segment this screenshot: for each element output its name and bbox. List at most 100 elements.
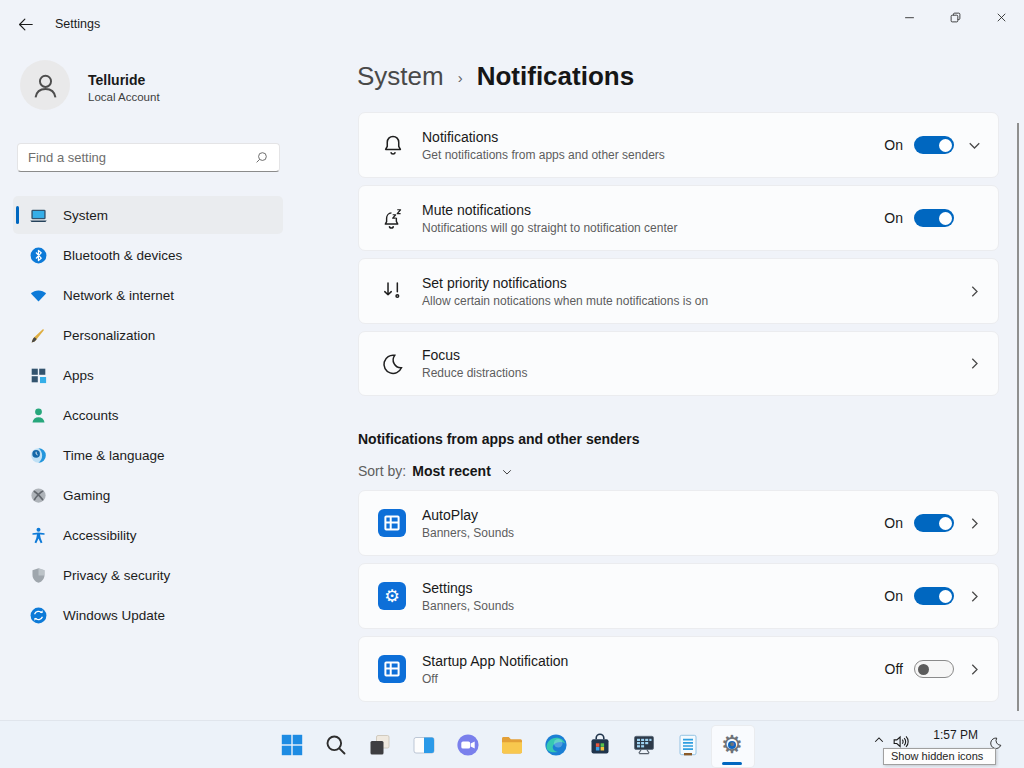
sidebar-item-label: Network & internet bbox=[63, 288, 174, 303]
sidebar-item-label: System bbox=[63, 208, 108, 223]
taskbar-settings-icon[interactable]: ⚙ bbox=[719, 732, 745, 758]
sidebar-item-bluetooth-devices[interactable]: Bluetooth & devices bbox=[13, 236, 283, 274]
show-hidden-icons-button[interactable] bbox=[872, 733, 886, 747]
toggle-switch[interactable] bbox=[914, 587, 954, 605]
sidebar-item-label: Accounts bbox=[63, 408, 119, 423]
toggle-switch[interactable] bbox=[914, 660, 954, 678]
card-subtitle: Banners, Sounds bbox=[422, 526, 514, 540]
clock[interactable]: 1:57 PM bbox=[915, 728, 978, 742]
taskbar-store-icon[interactable] bbox=[587, 732, 613, 758]
taskbar-start-icon[interactable] bbox=[279, 732, 305, 758]
close-button[interactable] bbox=[978, 0, 1024, 34]
sidebar-item-apps[interactable]: Apps bbox=[13, 356, 283, 394]
breadcrumb-parent[interactable]: System bbox=[357, 61, 444, 92]
focus-moon-icon bbox=[380, 351, 406, 377]
sidebar-item-label: Windows Update bbox=[63, 608, 165, 623]
taskbar-file-explorer-icon[interactable] bbox=[499, 732, 525, 758]
app-card-settings[interactable]: ⚙ Settings Banners, Sounds On bbox=[358, 563, 999, 629]
toggle-switch[interactable] bbox=[914, 209, 954, 227]
app-card-autoplay[interactable]: AutoPlay Banners, Sounds On bbox=[358, 490, 999, 556]
taskbar: ⚙ bbox=[0, 720, 1024, 768]
selected-indicator bbox=[16, 206, 19, 224]
taskbar-search-icon[interactable] bbox=[323, 732, 349, 758]
settings-app-icon: ⚙ bbox=[378, 582, 406, 610]
accessibility-icon bbox=[29, 526, 48, 545]
search-input[interactable]: Find a setting bbox=[17, 143, 280, 172]
taskbar-edge-icon[interactable] bbox=[543, 732, 569, 758]
back-button[interactable] bbox=[16, 15, 35, 34]
maximize-restore-button[interactable] bbox=[932, 0, 978, 34]
sidebar-item-system[interactable]: System bbox=[13, 196, 283, 234]
time-language-icon bbox=[29, 446, 48, 465]
chevron-down-icon[interactable] bbox=[962, 133, 986, 157]
chevron-spacer bbox=[962, 206, 986, 230]
priority-icon bbox=[380, 278, 406, 304]
setting-card-focus[interactable]: Focus Reduce distractions bbox=[358, 331, 999, 396]
sidebar-item-privacy-security[interactable]: Privacy & security bbox=[13, 556, 283, 594]
avatar[interactable] bbox=[20, 60, 70, 110]
taskbar-task-view-icon[interactable] bbox=[367, 732, 393, 758]
card-subtitle: Banners, Sounds bbox=[422, 599, 514, 613]
sidebar-item-label: Gaming bbox=[63, 488, 110, 503]
sidebar-item-accounts[interactable]: Accounts bbox=[13, 396, 283, 434]
taskbar-notepad-icon[interactable] bbox=[675, 732, 701, 758]
card-title: Settings bbox=[422, 580, 514, 596]
minimize-button[interactable] bbox=[886, 0, 932, 34]
bell-sleep-icon bbox=[380, 205, 406, 231]
card-subtitle: Notifications will go straight to notifi… bbox=[422, 221, 677, 235]
sidebar-item-personalization[interactable]: Personalization bbox=[13, 316, 283, 354]
taskbar-snap-window-icon[interactable] bbox=[411, 732, 437, 758]
sidebar-item-network-internet[interactable]: Network & internet bbox=[13, 276, 283, 314]
sidebar-item-windows-update[interactable]: Windows Update bbox=[13, 596, 283, 634]
card-subtitle: Reduce distractions bbox=[422, 366, 527, 380]
card-subtitle: Allow certain notications when mute noti… bbox=[422, 294, 708, 308]
chevron-right-icon bbox=[962, 657, 986, 681]
card-title: AutoPlay bbox=[422, 507, 514, 523]
card-title: Mute notifications bbox=[422, 202, 677, 218]
setting-card-notifications[interactable]: NotificationsGet notifications from apps… bbox=[358, 112, 999, 178]
toggle-state-label: Off bbox=[885, 661, 903, 677]
chevron-down-icon bbox=[500, 465, 514, 479]
gaming-icon bbox=[29, 486, 48, 505]
card-title: Focus bbox=[422, 347, 527, 363]
sort-by-value: Most recent bbox=[412, 463, 491, 479]
sidebar-item-accessibility[interactable]: Accessibility bbox=[13, 516, 283, 554]
card-title: Notifications bbox=[422, 129, 665, 145]
toggle-state-label: On bbox=[884, 588, 903, 604]
app-card-startup-app-notification[interactable]: Startup App Notification Off Off bbox=[358, 636, 999, 702]
sidebar-item-time-language[interactable]: Time & language bbox=[13, 436, 283, 474]
breadcrumb: System › Notifications bbox=[357, 58, 634, 94]
toggle-switch[interactable] bbox=[914, 136, 954, 154]
window-controls bbox=[886, 0, 1024, 34]
scrollbar[interactable] bbox=[1017, 123, 1019, 711]
window-title: Settings bbox=[55, 17, 100, 31]
user-name: Telluride bbox=[88, 72, 145, 88]
system-icon bbox=[29, 206, 48, 225]
toggle-state-label: On bbox=[884, 210, 903, 226]
sidebar-item-label: Time & language bbox=[63, 448, 165, 463]
toggle-knob bbox=[939, 517, 952, 530]
toggle-knob bbox=[939, 590, 952, 603]
chevron-right-icon bbox=[962, 279, 986, 303]
apps-section-header: Notifications from apps and other sender… bbox=[358, 431, 640, 447]
sidebar-item-gaming[interactable]: Gaming bbox=[13, 476, 283, 514]
accounts-icon bbox=[29, 406, 48, 425]
sidebar-item-label: Bluetooth & devices bbox=[63, 248, 182, 263]
breadcrumb-separator-icon: › bbox=[458, 69, 463, 86]
taskbar-chat-icon[interactable] bbox=[455, 732, 481, 758]
sort-by-control[interactable]: Sort by: Most recent bbox=[358, 463, 514, 479]
toggle-knob bbox=[939, 212, 952, 225]
svg-text:⚙: ⚙ bbox=[384, 586, 400, 606]
card-title: Startup App Notification bbox=[422, 653, 568, 669]
toggle-switch[interactable] bbox=[914, 514, 954, 532]
toggle-state-label: On bbox=[884, 515, 903, 531]
autoplay-app-icon bbox=[378, 509, 406, 537]
toggle-knob bbox=[918, 664, 929, 675]
toggle-knob bbox=[939, 139, 952, 152]
setting-card-mute-notifications[interactable]: Mute notifications Notifications will go … bbox=[358, 185, 999, 251]
personalization-icon bbox=[29, 326, 48, 345]
card-subtitle: Off bbox=[422, 672, 568, 686]
apps-icon bbox=[29, 366, 48, 385]
taskbar-remote-app-icon[interactable] bbox=[631, 732, 657, 758]
setting-card-set-priority-notifications[interactable]: Set priority notificationsAllow certain … bbox=[358, 258, 999, 324]
